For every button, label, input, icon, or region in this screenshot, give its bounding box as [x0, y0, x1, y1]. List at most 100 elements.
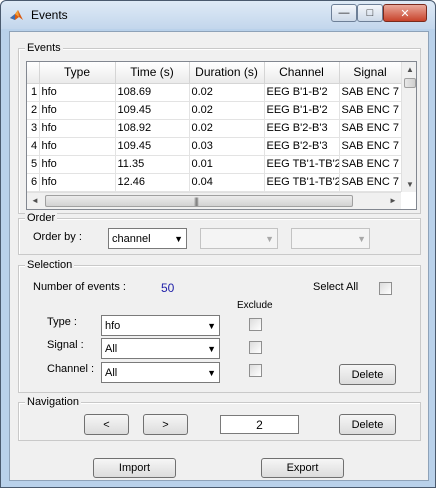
table-cell[interactable]: SAB ENC 7 — [339, 155, 402, 174]
order-by-label: Order by : — [33, 231, 82, 243]
events-grid: Type Time (s) Duration (s) Channel Signal 1h… — [27, 62, 402, 192]
title-bar[interactable]: Events — □ ✕ — [1, 1, 435, 29]
type-exclude-checkbox[interactable] — [249, 318, 262, 331]
table-cell[interactable]: 0.01 — [189, 155, 265, 174]
channel-value: All — [105, 366, 118, 379]
export-button[interactable]: Export — [261, 458, 344, 478]
table-cell[interactable]: 0.02 — [189, 101, 265, 120]
page-number-value: 2 — [256, 417, 263, 432]
table-cell[interactable]: hfo — [39, 83, 116, 102]
chevron-down-icon: ▼ — [207, 321, 216, 331]
table-cell[interactable]: hfo — [39, 119, 116, 138]
selection-delete-button[interactable]: Delete — [339, 364, 396, 385]
table-cell[interactable]: SAB ENC 7 — [339, 137, 402, 156]
row-number[interactable]: 6 — [27, 173, 40, 192]
signal-select[interactable]: All ▼ — [101, 338, 220, 359]
order-panel-title: Order — [25, 212, 58, 224]
column-header[interactable]: Channel — [264, 62, 340, 84]
maximize-icon: □ — [366, 7, 374, 19]
export-label: Export — [286, 462, 319, 474]
table-cell[interactable]: 108.92 — [115, 119, 190, 138]
table-cell[interactable]: hfo — [39, 173, 116, 192]
next-label: > — [162, 418, 169, 431]
table-cell[interactable]: EEG B'2-B'3 — [264, 119, 340, 138]
horizontal-scrollbar[interactable]: ◄ ||| ► — [27, 192, 401, 209]
table-row[interactable]: 4 hfo 109.45 0.03 EEG B'2-B'3 SAB ENC 7 — [27, 137, 402, 156]
row-number[interactable]: 1 — [27, 83, 40, 102]
column-header[interactable]: Duration (s) — [189, 62, 265, 84]
table-cell[interactable]: SAB ENC 7 — [339, 119, 402, 138]
order-by-select[interactable]: channel ▼ — [108, 228, 187, 249]
scroll-right-icon[interactable]: ► — [389, 196, 397, 205]
next-button[interactable]: > — [143, 414, 188, 435]
type-select[interactable]: hfo ▼ — [101, 315, 220, 336]
order-by-value: channel — [112, 232, 151, 245]
table-row[interactable]: 2 hfo 109.45 0.02 EEG B'1-B'2 SAB ENC 7 — [27, 101, 402, 120]
table-cell[interactable]: 108.69 — [115, 83, 190, 102]
table-row[interactable]: 3 hfo 108.92 0.02 EEG B'2-B'3 SAB ENC 7 — [27, 119, 402, 138]
table-cell[interactable]: 0.04 — [189, 173, 265, 192]
page-number-input[interactable]: 2 — [220, 415, 299, 434]
scroll-down-icon[interactable]: ▼ — [406, 180, 414, 189]
table-cell[interactable]: hfo — [39, 137, 116, 156]
import-label: Import — [118, 462, 151, 474]
selection-panel: Selection Number of events : 50 Select A… — [18, 259, 421, 393]
table-cell[interactable]: 12.46 — [115, 173, 190, 192]
channel-select[interactable]: All ▼ — [101, 362, 220, 383]
channel-exclude-checkbox[interactable] — [249, 364, 262, 377]
scroll-up-icon[interactable]: ▲ — [406, 65, 414, 74]
select-all-checkbox[interactable] — [379, 282, 392, 295]
chevron-down-icon: ▼ — [265, 234, 274, 244]
minimize-button[interactable]: — — [331, 4, 357, 22]
table-cell[interactable]: 0.02 — [189, 83, 265, 102]
row-number[interactable]: 5 — [27, 155, 40, 174]
scroll-left-icon[interactable]: ◄ — [31, 196, 39, 205]
table-cell[interactable]: 109.45 — [115, 137, 190, 156]
table-cell[interactable]: EEG B'1-B'2 — [264, 83, 340, 102]
table-cell[interactable]: hfo — [39, 101, 116, 120]
table-row[interactable]: 1 hfo 108.69 0.02 EEG B'1-B'2 SAB ENC 7 — [27, 83, 402, 102]
column-header[interactable] — [27, 62, 40, 84]
row-number[interactable]: 3 — [27, 119, 40, 138]
grip-icon: ||| — [194, 196, 199, 206]
signal-exclude-checkbox[interactable] — [249, 341, 262, 354]
navigation-delete-button[interactable]: Delete — [339, 414, 396, 435]
select-all-label: Select All — [313, 281, 359, 293]
events-panel: Events Type Time (s) Duration (s) Channel Si… — [18, 42, 421, 214]
order-tertiary-select[interactable]: ▼ — [291, 228, 370, 249]
table-cell[interactable]: SAB ENC 7 — [339, 101, 402, 120]
maximize-button[interactable]: □ — [357, 4, 383, 22]
vertical-scrollbar[interactable]: ▲ ▼ — [401, 62, 416, 192]
order-secondary-select[interactable]: ▼ — [200, 228, 278, 249]
close-button[interactable]: ✕ — [383, 4, 427, 22]
column-header[interactable]: Signal — [339, 62, 402, 84]
table-cell[interactable]: 11.35 — [115, 155, 190, 174]
table-cell[interactable]: EEG TB'1-TB'2 — [264, 155, 340, 174]
vertical-scroll-thumb[interactable] — [404, 78, 416, 88]
column-header[interactable]: Type — [39, 62, 116, 84]
minimize-icon: — — [338, 7, 350, 19]
table-cell[interactable]: SAB ENC 7 — [339, 83, 402, 102]
table-cell[interactable]: 0.03 — [189, 137, 265, 156]
row-number[interactable]: 2 — [27, 101, 40, 120]
chevron-down-icon: ▼ — [174, 234, 183, 244]
import-button[interactable]: Import — [93, 458, 176, 478]
chevron-down-icon: ▼ — [357, 234, 366, 244]
table-cell[interactable]: 0.02 — [189, 119, 265, 138]
row-number[interactable]: 4 — [27, 137, 40, 156]
table-row[interactable]: 6 hfo 12.46 0.04 EEG TB'1-TB'2 SAB ENC 7 — [27, 173, 402, 192]
table-cell[interactable]: EEG B'1-B'2 — [264, 101, 340, 120]
column-header[interactable]: Time (s) — [115, 62, 190, 84]
table-cell[interactable]: EEG B'2-B'3 — [264, 137, 340, 156]
type-label: Type : — [47, 316, 77, 328]
selection-delete-label: Delete — [351, 368, 384, 381]
table-row[interactable]: 5 hfo 11.35 0.01 EEG TB'1-TB'2 SAB ENC 7 — [27, 155, 402, 174]
channel-label: Channel : — [47, 363, 95, 375]
table-cell[interactable]: 109.45 — [115, 101, 190, 120]
table-cell[interactable]: EEG TB'1-TB'2 — [264, 173, 340, 192]
previous-button[interactable]: < — [84, 414, 129, 435]
horizontal-scroll-thumb[interactable]: ||| — [45, 195, 353, 207]
close-icon: ✕ — [400, 7, 410, 20]
table-cell[interactable]: hfo — [39, 155, 116, 174]
table-cell[interactable]: SAB ENC 7 — [339, 173, 402, 192]
